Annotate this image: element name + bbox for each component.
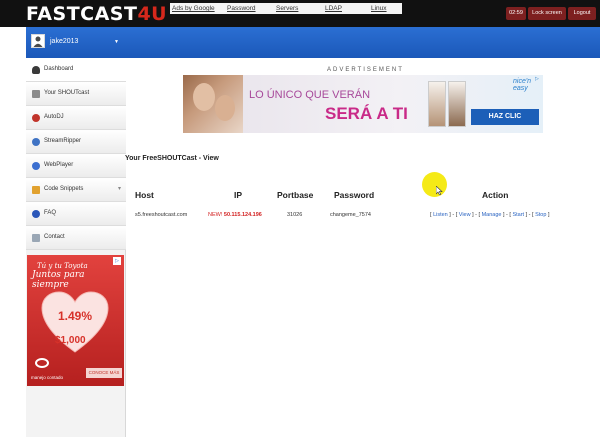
cell-actions: [ Listen ] - [ View ] - [ Manage ] - [ S… [430,212,550,218]
sidebar-item-label: AutoDJ [44,114,64,120]
shoutcast-icon [32,90,40,98]
ad-choices-icon[interactable]: ▷ [113,257,121,265]
sidebar-item-label: Your SHOUTcast [44,90,90,96]
ip-value: 50.115.124.196 [223,212,262,218]
ad-label: ADVERTISEMENT [327,67,404,73]
stop-link[interactable]: Stop [535,212,546,218]
topnav-ldap-link[interactable]: LDAP [325,3,342,14]
side-ad-line2: Juntos para siempre [32,270,85,290]
info-icon [32,210,40,218]
start-link[interactable]: Start [512,212,524,218]
sidebar-item-dashboard[interactable]: Dashboard [26,58,126,82]
product-box [428,81,446,127]
logo-number: 4U [137,3,168,25]
dashboard-icon [32,66,40,74]
topnav-password-link[interactable]: Password [227,3,256,14]
cell-host: s5.freeshoutcast.com [135,212,188,218]
lock-screen-button[interactable]: Lock screen [528,7,566,20]
streamripper-icon [32,138,40,146]
sidebar-item-label: StreamRipper [44,138,82,144]
ad-choices-icon[interactable]: ▷ [535,76,539,82]
header-host: Host [135,190,154,200]
code-icon [32,186,40,194]
expand-arrow-icon[interactable]: ▾ [118,185,121,192]
side-ad-footer: manejo contado [31,375,64,380]
mail-icon [32,234,40,242]
listen-link[interactable]: Listen [433,212,448,218]
cell-portbase: 31026 [287,212,303,218]
banner-line2: SERÁ A TI [325,104,408,123]
view-link[interactable]: View [459,212,471,218]
header-password: Password [334,190,375,200]
banner-cta-button[interactable]: HAZ CLIC [471,109,539,125]
sidebar-item-code-snippets[interactable]: Code Snippets ▾ [26,178,126,202]
sidebar-item-webplayer[interactable]: WebPlayer [26,154,126,178]
header-ip: IP [234,190,243,200]
side-ad[interactable]: ▷ Tú y tu Toyota Juntos para siempre 1.4… [27,255,124,386]
side-ad-amount: $1,000 [55,335,86,346]
ad-photo [183,75,243,133]
sidebar-item-label: Contact [44,234,65,240]
product-box [448,81,466,127]
sidebar-item-label: WebPlayer [44,162,74,168]
sidebar-item-label: Dashboard [44,66,74,72]
top-nav: Ads by Google Password Servers LDAP Linu… [170,3,402,14]
logout-button[interactable]: Logout [568,7,596,20]
cell-ip: NEW! 50.115.124.196 [208,212,262,218]
banner-ad[interactable]: LO ÚNICO QUE VERÁN SERÁ A TI nice'n easy… [183,75,543,133]
sidebar-item-autodj[interactable]: AutoDJ [26,106,126,130]
topnav-linux-link[interactable]: Linux [371,3,387,14]
username[interactable]: jake2013 [50,38,78,45]
manage-link[interactable]: Manage [482,212,502,218]
side-ad-cta-button[interactable]: CONOCE MÁS [86,368,122,378]
logo-text: FASTCAST [26,3,138,25]
user-bar: jake2013 ▼ [26,27,600,58]
banner-line1: LO ÚNICO QUE VERÁN [249,89,371,101]
new-badge: NEW! [208,212,223,218]
side-ad-line1: Tú y tu Toyota [37,262,88,270]
webplayer-icon [32,162,40,170]
page-title: Your FreeSHOUTCast - View [125,155,219,162]
avatar[interactable] [31,34,45,48]
sidebar-item-faq[interactable]: FAQ [26,202,126,226]
topnav-ads-link[interactable]: Ads by Google [172,3,215,14]
sidebar-item-streamripper[interactable]: StreamRipper [26,130,126,154]
header-action: Action [482,190,509,200]
sidebar: Dashboard Your SHOUTcast AutoDJ StreamRi… [26,58,126,437]
side-ad-rate: 1.49% [58,309,93,323]
top-bar: FASTCAST4U Ads by Google Password Server… [0,0,600,27]
sidebar-item-label: FAQ [44,210,57,216]
cursor-highlight [422,172,447,197]
mouse-pointer-icon [436,186,443,195]
topnav-servers-link[interactable]: Servers [276,3,298,14]
header-portbase: Portbase [277,190,314,200]
toyota-logo-icon [35,358,49,368]
chevron-down-icon[interactable]: ▼ [114,39,119,45]
logo[interactable]: FASTCAST4U [26,3,167,25]
sidebar-item-your-shoutcast[interactable]: Your SHOUTcast [26,82,126,106]
user-icon [33,36,43,47]
clock: 02:59 [506,7,526,20]
sidebar-item-label: Code Snippets [44,186,84,192]
cell-password: changeme_7574 [330,212,371,218]
sidebar-item-contact[interactable]: Contact [26,226,126,250]
autodj-icon [32,114,40,122]
